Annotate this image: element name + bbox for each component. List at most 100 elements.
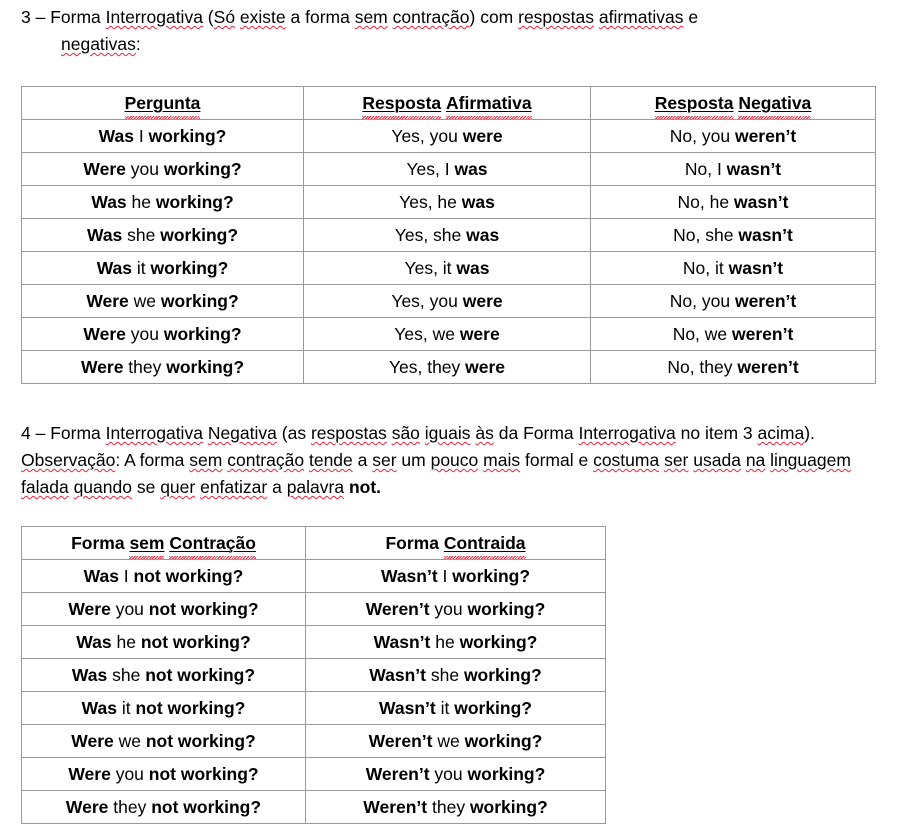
misspelled-word: quer — [160, 477, 196, 497]
misspelled-word: mais — [483, 450, 521, 470]
bold-text: working? — [467, 598, 546, 619]
misspelled-word: existe — [239, 7, 286, 27]
misspelled-word: Interrogativa — [578, 423, 676, 443]
misspelled-word: negativas — [61, 34, 136, 54]
misspelled-word: Observação — [21, 450, 116, 470]
cell-full-form: Were we not working? — [21, 724, 306, 758]
table-header-row: Pergunta Resposta Afirmativa Resposta Ne… — [21, 86, 876, 120]
misspelled-word: costuma — [593, 450, 660, 470]
plain-text: No, you — [669, 290, 735, 311]
text-run: ( — [202, 7, 214, 27]
bold-text: working? — [150, 257, 229, 278]
plain-text: Yes, it — [404, 257, 457, 278]
cell-contracted-form: Wasn’t she working? — [305, 658, 606, 692]
plain-text: Yes, she — [394, 224, 467, 245]
bold-text: Was — [81, 697, 117, 718]
table-row: Was I working? Yes, you were No, you weren… — [21, 119, 876, 153]
bold-text: Wasn’t — [369, 664, 426, 685]
plain-text: No, he — [677, 191, 734, 212]
table-row: Was he not working? Wasn’t he working? — [21, 625, 606, 659]
bold-text: not working? — [148, 763, 259, 784]
cell-contracted-form: Wasn’t he working? — [305, 625, 606, 659]
column-header-forma-sem-contracao: Forma sem Contração — [21, 526, 306, 560]
cell-full-form: Were you not working? — [21, 592, 306, 626]
cell-negative-answer: No, he wasn’t — [590, 185, 876, 219]
plain-text: you — [110, 763, 149, 784]
cell-question: Were they working? — [21, 350, 304, 384]
plain-text: she — [107, 664, 146, 685]
plain-text: No, we — [672, 323, 733, 344]
section-4-paragraph: 4 – Forma Interrogativa Negativa (as res… — [21, 420, 887, 501]
bold-text: working? — [160, 224, 239, 245]
bold-text: weren’t — [737, 356, 799, 377]
table-row: Were you not working? Weren’t you working… — [21, 757, 606, 791]
bold-text: Were — [83, 323, 126, 344]
bold-text: working? — [160, 290, 239, 311]
bold-text: Was — [86, 224, 123, 245]
bold-text: Was — [83, 565, 119, 586]
misspelled-word: usada — [693, 450, 741, 470]
column-header-resposta-negativa: Resposta Negativa — [590, 86, 876, 120]
cell-affirmative-answer: Yes, you were — [303, 284, 591, 318]
cell-affirmative-answer: Yes, you were — [303, 119, 591, 153]
table-row: Were you working? Yes, I was No, I wasn’t — [21, 152, 876, 186]
cell-full-form: Were you not working? — [21, 757, 306, 791]
bold-text: was — [461, 191, 495, 212]
misspelled-word: contração — [227, 450, 305, 470]
cell-affirmative-answer: Yes, it was — [303, 251, 591, 285]
interrogative-forms-table: Pergunta Resposta Afirmativa Resposta Ne… — [21, 86, 876, 384]
plain-text: I — [437, 565, 453, 586]
emphasized-word-not: not. — [348, 477, 382, 497]
text-run: um — [396, 450, 431, 470]
bold-text: working? — [163, 158, 242, 179]
plain-text: you — [125, 323, 164, 344]
plain-text: I — [118, 565, 134, 586]
bold-text: not working? — [151, 796, 262, 817]
plain-text: Yes, you — [391, 125, 463, 146]
text-run: Forma — [50, 423, 106, 443]
text-run: no item 3 — [675, 423, 758, 443]
cell-question: Was it working? — [21, 251, 304, 285]
bold-text: Were — [68, 763, 111, 784]
misspelled-word: sem — [354, 7, 388, 27]
plain-text: you — [125, 158, 164, 179]
bold-text: working? — [155, 191, 234, 212]
bold-text: not working? — [140, 631, 251, 652]
cell-affirmative-answer: Yes, I was — [303, 152, 591, 186]
plain-text: I — [133, 125, 149, 146]
cell-full-form: Were they not working? — [21, 790, 306, 824]
bold-text: not working? — [135, 697, 246, 718]
cell-contracted-form: Weren’t they working? — [305, 790, 606, 824]
text-run: da Forma — [493, 423, 579, 443]
misspelled-word: afirmativas — [598, 7, 684, 27]
plain-text: Yes, we — [394, 323, 460, 344]
misspelled-word: palavra — [286, 477, 345, 497]
section-4-dash: – — [35, 423, 46, 443]
text-run: ). — [804, 423, 815, 443]
bold-text: working? — [469, 796, 548, 817]
misspelled-word: tende — [308, 450, 353, 470]
plain-text: they — [123, 356, 167, 377]
text-run: formal e — [520, 450, 594, 470]
cell-question: Were you working? — [21, 152, 304, 186]
bold-text: Wasn’t — [380, 565, 438, 586]
plain-text: Yes, they — [388, 356, 466, 377]
bold-text: working? — [459, 631, 538, 652]
section-3-paragraph: 3 – Forma Interrogativa (Só existe a for… — [21, 4, 883, 58]
misspelled-word: contração — [392, 7, 470, 27]
table-row: Was she not working? Wasn’t she working? — [21, 658, 606, 692]
bold-text: Wasn’t — [379, 697, 436, 718]
bold-text: was — [456, 257, 490, 278]
cell-contracted-form: Weren’t you working? — [305, 757, 606, 791]
section-3-line-2: negativas: — [21, 31, 883, 58]
bold-text: Weren’t — [365, 598, 430, 619]
bold-text: Was — [91, 191, 127, 212]
misspelled-word: quando — [73, 477, 132, 497]
bold-text: was — [466, 224, 500, 245]
table-row: Was I not working? Wasn’t I working? — [21, 559, 606, 593]
bold-text: working? — [454, 697, 532, 718]
text-run: : A forma — [115, 450, 190, 470]
cell-question: Were we working? — [21, 284, 304, 318]
bold-text: were — [462, 290, 503, 311]
table-row: Was it working? Yes, it was No, it wasn’t — [21, 251, 876, 285]
